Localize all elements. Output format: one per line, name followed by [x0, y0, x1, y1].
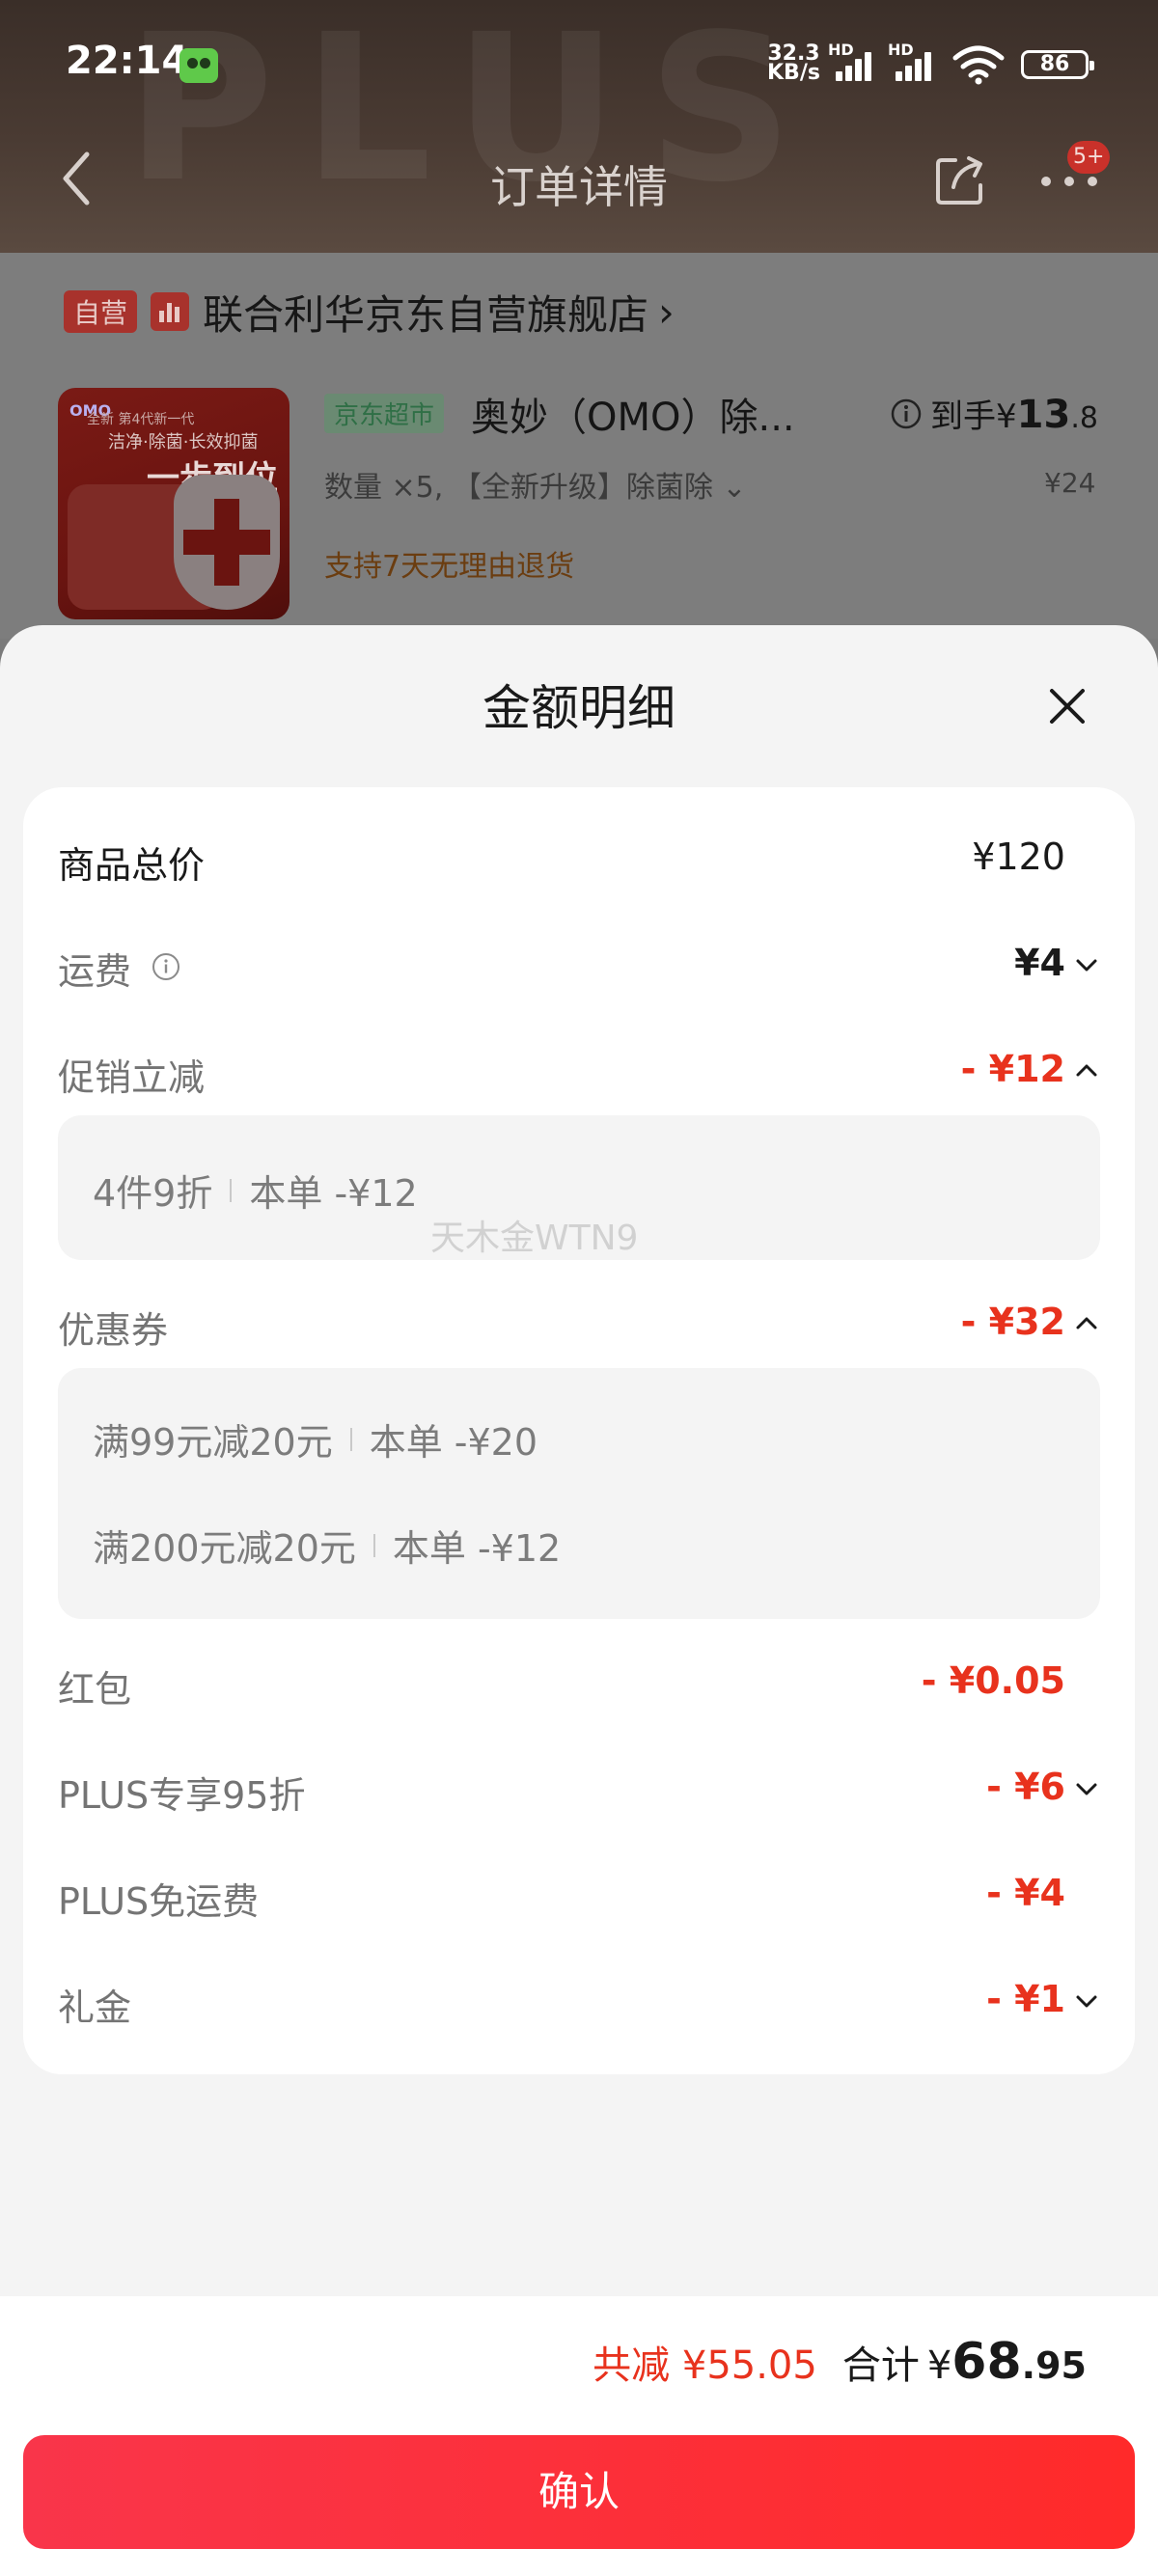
row-value: ¥4: [1014, 942, 1065, 984]
info-icon[interactable]: [890, 397, 923, 430]
store-icon: [151, 292, 190, 331]
row-gift-money[interactable]: 礼金 - ¥1: [58, 1972, 1100, 2030]
row-plus-free-shipping: PLUS免运费 - ¥4: [58, 1866, 1100, 1924]
coupon-detail-item: 满200元减20元 本单 -¥12: [93, 1519, 561, 1572]
status-time: 22:14: [66, 39, 189, 83]
product-image[interactable]: OMO 全新 第4代新一代 洁净·除菌·长效抑菌 一步到位: [58, 388, 290, 619]
product-image-text: 全新 第4代新一代: [87, 412, 195, 427]
row-value: - ¥4: [986, 1872, 1065, 1914]
status-bar: 22:14 32.3 KB/s HD HD 86: [0, 0, 1158, 125]
final-price: 到手¥13.8: [930, 390, 1098, 437]
text-watermark: 天木金WTN9: [430, 1219, 639, 1258]
divider: [230, 1178, 233, 1202]
row-value: ¥120: [972, 836, 1065, 878]
total-integer: 68: [951, 2333, 1022, 2391]
row-red-packet: 红包 - ¥0.05: [58, 1654, 1100, 1712]
chevron-right-icon: ›: [658, 288, 675, 336]
divider: [349, 1427, 352, 1451]
row-value: - ¥6: [986, 1766, 1065, 1808]
row-goods-total: 商品总价 ¥120: [58, 830, 1100, 888]
network-speed-unit: KB/s: [767, 61, 820, 85]
channel-tag: 京东超市: [324, 394, 445, 433]
network-speed: 32.3 KB/s: [767, 43, 820, 85]
sheet-title: 金额明细: [482, 680, 676, 736]
row-label: 促销立减: [58, 1056, 206, 1099]
info-icon[interactable]: [151, 951, 181, 982]
signal-icon: HD: [828, 41, 874, 81]
top-header: PLUS 22:14 32.3 KB/s HD HD 86 订单详情 5+: [0, 0, 1158, 253]
chevron-up-icon[interactable]: [1073, 1057, 1100, 1084]
row-label: 商品总价: [58, 844, 206, 887]
detail-amount: 本单 -¥20: [369, 1421, 538, 1464]
price-integer: 13: [1016, 393, 1071, 437]
price-label: 到手¥: [930, 397, 1017, 436]
store-name: 联合利华京东自营旗舰店: [203, 290, 649, 339]
cross-graphic-h: [183, 530, 270, 555]
return-policy: 支持7天无理由退货: [324, 550, 575, 584]
row-label: 优惠券: [58, 1309, 169, 1352]
message-count-badge: 5+: [1067, 141, 1111, 174]
row-value: - ¥32: [960, 1301, 1065, 1343]
row-label: PLUS免运费: [58, 1880, 260, 1923]
chevron-down-icon[interactable]: [1073, 1775, 1100, 1802]
promotion-detail-item: 4件9折 本单 -¥12: [93, 1164, 418, 1217]
detail-name: 满99元减20元: [93, 1421, 333, 1464]
row-value: - ¥12: [960, 1048, 1065, 1090]
row-label: 礼金: [58, 1987, 132, 2029]
product-title[interactable]: 奥妙（OMO）除...: [471, 386, 795, 442]
unit-price: ¥24: [1044, 467, 1096, 499]
coupon-detail-box: 满99元减20元 本单 -¥20 满200元减20元 本单 -¥12: [58, 1368, 1100, 1619]
amount-detail-sheet: 金额明细 商品总价 ¥120 运费 ¥4 促销立减 - ¥12 4件9折本单: [0, 625, 1158, 2576]
total-label: 合计: [841, 2343, 920, 2388]
price-summary: 共减 ¥55.05 合计 ¥ 68 .95: [593, 2333, 1087, 2391]
app-notification-icon: [179, 48, 218, 83]
chevron-down-icon[interactable]: [1073, 951, 1100, 978]
self-operated-tag: 自营: [64, 290, 138, 333]
price-decimal: .8: [1070, 401, 1098, 435]
hd-label-2: HD: [888, 41, 914, 59]
chevron-down-icon[interactable]: [1073, 1987, 1100, 2014]
row-value: - ¥0.05: [921, 1659, 1065, 1702]
amount-detail-card: 商品总价 ¥120 运费 ¥4 促销立减 - ¥12 4件9折 本单 -¥12 优…: [23, 787, 1135, 2074]
hd-label: HD: [828, 41, 854, 59]
row-plus-discount[interactable]: PLUS专享95折 - ¥6: [58, 1760, 1100, 1818]
share-icon[interactable]: [932, 152, 988, 208]
wifi-icon: [952, 45, 1005, 85]
battery-icon: 86: [1021, 50, 1094, 79]
confirm-button[interactable]: 确认: [23, 2435, 1135, 2549]
chevron-up-icon[interactable]: [1073, 1310, 1100, 1337]
detail-name: 满200元减20元: [93, 1527, 356, 1570]
divider: [372, 1533, 375, 1557]
row-label: 运费: [58, 950, 132, 993]
row-label: 红包: [58, 1668, 132, 1711]
product-image-text-2: 洁净·除菌·长效抑菌: [108, 432, 259, 452]
row-promotion[interactable]: 促销立减 - ¥12: [58, 1042, 1100, 1100]
total-currency: ¥: [926, 2343, 952, 2388]
detail-amount: 本单 -¥12: [392, 1527, 562, 1570]
signal-icon-2: HD: [888, 41, 934, 81]
detail-name: 4件9折: [93, 1172, 213, 1215]
row-shipping[interactable]: 运费 ¥4: [58, 936, 1100, 994]
total-saved: 共减 ¥55.05: [593, 2343, 817, 2388]
row-label: PLUS专享95折: [58, 1774, 306, 1817]
total-decimal: .95: [1021, 2344, 1087, 2387]
row-coupon[interactable]: 优惠券 - ¥32: [58, 1295, 1100, 1353]
close-icon[interactable]: [1046, 685, 1089, 727]
coupon-detail-item: 满99元减20元 本单 -¥20: [93, 1412, 538, 1466]
row-value: - ¥1: [986, 1978, 1065, 2020]
store-row[interactable]: 自营 联合利华京东自营旗舰店 ›: [64, 288, 675, 339]
detail-amount: 本单 -¥12: [249, 1172, 418, 1215]
product-spec[interactable]: 数量 ×5, 【全新升级】除菌除 ⌄: [324, 463, 747, 506]
